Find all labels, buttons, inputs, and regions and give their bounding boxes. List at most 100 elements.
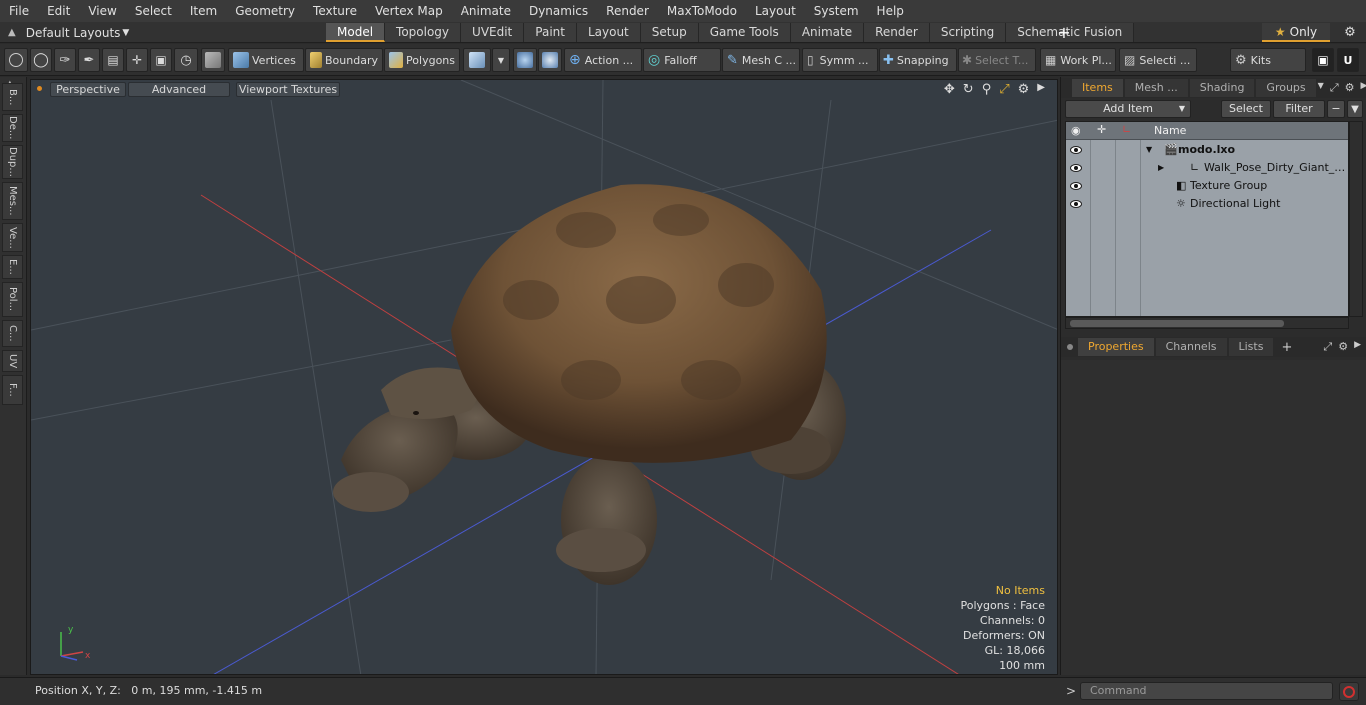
props-tab-lists[interactable]: Lists: [1228, 338, 1274, 356]
mesh-constraint-button[interactable]: ✎ Mesh C ...: [722, 48, 800, 72]
filter-funnel-button[interactable]: ▼: [1347, 100, 1363, 118]
menu-animate[interactable]: Animate: [452, 0, 520, 22]
tree-horizontal-scrollbar[interactable]: [1065, 317, 1349, 329]
gear-icon[interactable]: ⚙: [1340, 23, 1360, 42]
globe-button[interactable]: ◯: [30, 48, 52, 72]
polygons-button[interactable]: Polygons: [384, 48, 460, 72]
viewport-options-dot[interactable]: [37, 86, 42, 91]
chevron-down-icon[interactable]: ▼: [1318, 81, 1324, 95]
rotate-view-icon[interactable]: ↻: [963, 82, 974, 97]
gear-icon[interactable]: ⚙: [1018, 82, 1030, 97]
symmetry-button[interactable]: ▯ Symm ...: [802, 48, 878, 72]
menu-layout[interactable]: Layout: [746, 0, 805, 22]
left-tab-9[interactable]: F...: [2, 375, 23, 405]
tree-row[interactable]: ☼ Directional Light: [1066, 195, 1348, 213]
expand-down-icon[interactable]: ▼: [1146, 141, 1152, 159]
gear-icon[interactable]: ⚙: [1338, 340, 1348, 354]
material-mode-dropdown[interactable]: ▼: [492, 48, 510, 72]
tab-setup[interactable]: Setup: [640, 23, 699, 42]
scroll-thumb[interactable]: [1070, 320, 1284, 327]
lock-header-icon[interactable]: ✛: [1097, 123, 1106, 136]
viewport-textures-button[interactable]: Viewport Textures: [236, 82, 340, 97]
expand-right-icon[interactable]: ▶: [1354, 340, 1361, 354]
left-tab-2[interactable]: Dup...: [2, 145, 23, 179]
menu-texture[interactable]: Texture: [304, 0, 366, 22]
filter-button[interactable]: Filter: [1273, 100, 1325, 118]
work-plane-button[interactable]: ▦ Work Pl...: [1040, 48, 1116, 72]
expand-right-icon[interactable]: ▶: [1361, 81, 1366, 95]
props-tab-properties[interactable]: Properties: [1078, 338, 1154, 356]
left-tab-6[interactable]: Pol...: [2, 282, 23, 317]
maximize-panel-icon[interactable]: ⤢: [1323, 340, 1332, 354]
tab-scripting[interactable]: Scripting: [929, 23, 1007, 42]
collapse-all-button[interactable]: −: [1327, 100, 1345, 118]
frame-tool-button[interactable]: ▣: [150, 48, 172, 72]
items-tab-groups[interactable]: Groups: [1256, 79, 1316, 97]
boundary-button[interactable]: Boundary: [305, 48, 383, 72]
tab-render[interactable]: Render: [864, 23, 930, 42]
align-tool-button[interactable]: ▤: [102, 48, 124, 72]
axes-header-icon[interactable]: ∟: [1122, 123, 1131, 136]
add-item-button[interactable]: Add Item ▼: [1065, 100, 1191, 118]
tab-animate[interactable]: Animate: [790, 23, 865, 42]
3d-viewport[interactable]: Perspective Advanced Viewport Textures ✥…: [30, 79, 1058, 675]
tab-topology[interactable]: Topology: [385, 23, 462, 42]
snap-a-button[interactable]: [513, 48, 537, 72]
perspective-button[interactable]: Perspective: [50, 82, 126, 97]
layouts-dropdown[interactable]: ▲ Default Layouts ▼: [8, 22, 129, 43]
eye-icon[interactable]: [1070, 144, 1082, 156]
menu-item[interactable]: Item: [181, 0, 226, 22]
menu-select[interactable]: Select: [126, 0, 181, 22]
kits-button[interactable]: ⚙ Kits: [1230, 48, 1306, 72]
tree-row[interactable]: ▼ 🎬 modo.lxo: [1066, 141, 1348, 159]
props-tab-channels[interactable]: Channels: [1155, 338, 1227, 356]
move-view-icon[interactable]: ✥: [944, 82, 955, 97]
brush-tool-button[interactable]: ✒: [78, 48, 100, 72]
tab-uvedit[interactable]: UVEdit: [461, 23, 525, 42]
menu-edit[interactable]: Edit: [38, 0, 79, 22]
tree-row[interactable]: ▶ ∟ Walk_Pose_Dirty_Giant_Tort ...: [1066, 159, 1348, 177]
tab-game-tools[interactable]: Game Tools: [698, 23, 791, 42]
command-input[interactable]: Command: [1080, 682, 1333, 700]
items-tab-mesh[interactable]: Mesh ...: [1124, 79, 1188, 97]
items-tab-items[interactable]: Items: [1072, 79, 1123, 97]
left-tab-7[interactable]: C...: [2, 320, 23, 347]
zoom-view-icon[interactable]: ⚲: [982, 82, 992, 97]
pen-tool-button[interactable]: ✑: [54, 48, 76, 72]
left-tab-8[interactable]: UV: [2, 350, 23, 372]
item-mode-button[interactable]: [201, 48, 225, 72]
unreal-button[interactable]: U: [1337, 48, 1359, 72]
timer-tool-button[interactable]: ◷: [174, 48, 198, 72]
name-column-header[interactable]: Name: [1154, 124, 1186, 137]
maximize-panel-icon[interactable]: ⤢: [1330, 81, 1339, 95]
expand-right-icon[interactable]: ▶: [1158, 159, 1164, 177]
snapping-button[interactable]: ✚ Snapping: [879, 48, 957, 72]
only-button[interactable]: ★ Only: [1262, 23, 1330, 42]
tab-paint[interactable]: Paint: [524, 23, 577, 42]
advanced-button[interactable]: Advanced: [128, 82, 230, 97]
menu-help[interactable]: Help: [868, 0, 913, 22]
menu-render[interactable]: Render: [597, 0, 658, 22]
menu-vertex-map[interactable]: Vertex Map: [366, 0, 452, 22]
eye-icon[interactable]: [1070, 180, 1082, 192]
record-macro-button[interactable]: [1339, 682, 1359, 701]
eye-icon[interactable]: [1070, 162, 1082, 174]
action-center-button[interactable]: ⊕ Action ...: [564, 48, 642, 72]
panel-menu-dot[interactable]: [1067, 344, 1073, 350]
gear-icon[interactable]: ⚙: [1345, 81, 1355, 95]
left-tab-1[interactable]: De...: [2, 114, 23, 142]
vertices-button[interactable]: Vertices: [228, 48, 304, 72]
add-tab-button[interactable]: +: [1057, 22, 1071, 43]
eye-icon[interactable]: [1070, 198, 1082, 210]
maximize-icon[interactable]: ⤢: [999, 82, 1009, 97]
add-props-tab-button[interactable]: +: [1281, 340, 1292, 355]
unity-button[interactable]: ▣: [1312, 48, 1334, 72]
tree-vertical-scrollbar[interactable]: [1349, 121, 1363, 317]
menu-view[interactable]: View: [79, 0, 125, 22]
falloff-button[interactable]: ◎ Falloff: [643, 48, 721, 72]
expand-right-icon[interactable]: ▶: [1037, 82, 1045, 97]
select-button[interactable]: Select: [1221, 100, 1271, 118]
select-through-button[interactable]: ✱ Select T...: [958, 48, 1036, 72]
command-arrow-icon[interactable]: >: [1066, 684, 1076, 698]
transform-tool-button[interactable]: ✛: [126, 48, 148, 72]
